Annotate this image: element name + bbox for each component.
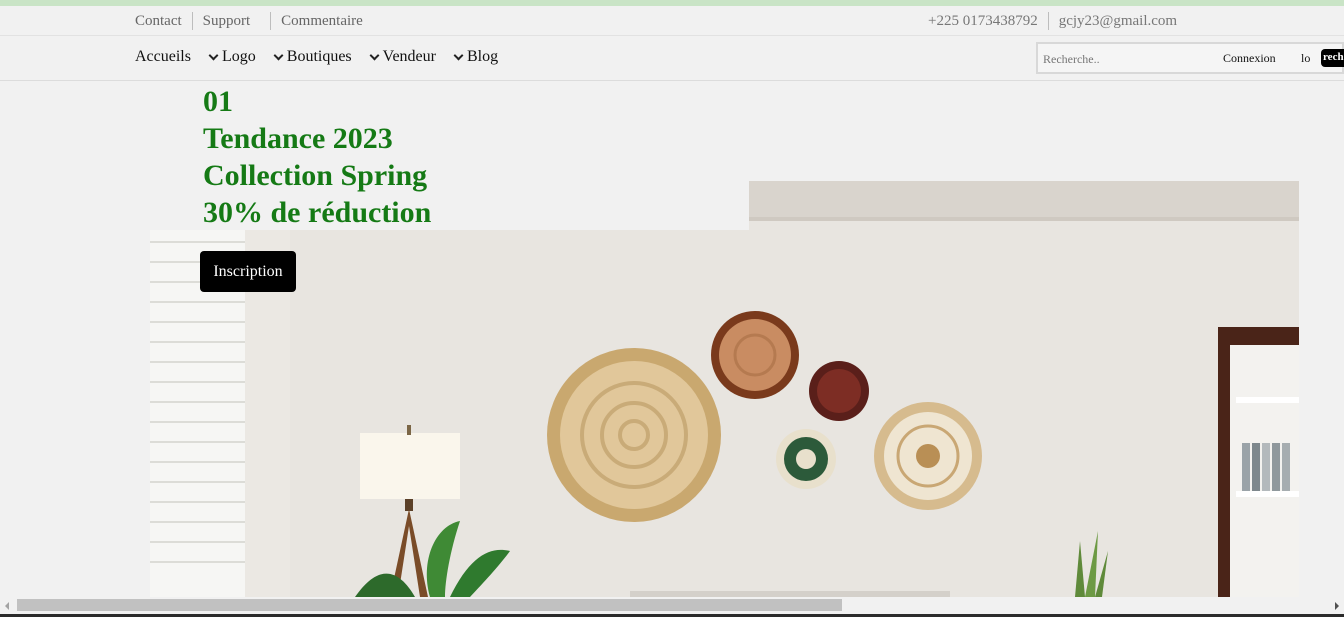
hero-illustration	[150, 181, 1299, 597]
search-input[interactable]	[1041, 48, 1211, 70]
hero-line-trend: Tendance 2023	[203, 122, 393, 155]
chevron-down-icon	[453, 50, 464, 60]
divider	[270, 12, 272, 30]
topbar-contact-info: +225 0173438792 gcjy23@gmail.com	[928, 12, 1177, 30]
support-link[interactable]: Support	[203, 13, 251, 30]
topbar: Contact Support Commentaire +225 0173438…	[0, 6, 1344, 36]
nav-item-label: Logo	[221, 48, 256, 65]
chevron-down-icon	[369, 50, 380, 60]
search-bar: Connexion lo recherche	[1036, 42, 1344, 74]
connexion-link[interactable]: Connexion	[1223, 51, 1276, 66]
nav-links: Accueils Logo Boutiques Vendeur Blog	[135, 48, 515, 66]
hero-line-collection: Collection Spring	[203, 159, 428, 192]
login-extra-link[interactable]: lo	[1301, 51, 1310, 66]
divider	[1047, 12, 1049, 30]
contact-link[interactable]: Contact	[135, 13, 182, 30]
wall-basket-maroon	[809, 361, 869, 421]
nav-item-label: Accueils	[135, 48, 191, 65]
inscription-button[interactable]: Inscription	[200, 251, 296, 292]
search-button[interactable]: recherche	[1321, 49, 1344, 67]
ceiling-trim	[749, 181, 1299, 219]
nav-item-logo[interactable]: Logo	[208, 48, 256, 66]
scroll-left-arrow-icon[interactable]	[5, 602, 9, 610]
horizontal-scrollbar[interactable]	[0, 597, 1344, 614]
hero-line-number: 01	[203, 85, 233, 118]
hero-headline: 01 Tendance 2023 Collection Spring 30% d…	[203, 83, 431, 231]
scrollbar-thumb[interactable]	[17, 599, 842, 611]
wall-basket-green	[776, 429, 836, 489]
nav-item-label: Vendeur	[382, 48, 436, 65]
hero-line-discount: 30% de réduction	[203, 196, 432, 229]
ceiling-line	[749, 217, 1299, 221]
wall	[150, 181, 1299, 597]
chevron-down-icon	[273, 50, 284, 60]
wall-basket-large	[547, 348, 721, 522]
commentaire-link[interactable]: Commentaire	[281, 13, 363, 30]
nav-item-vendeur[interactable]: Vendeur	[369, 48, 436, 66]
nav-item-label: Blog	[466, 48, 499, 65]
bookshelf	[1218, 327, 1299, 597]
nav-item-accueils[interactable]: Accueils	[135, 48, 191, 66]
wall-basket-brown	[711, 311, 799, 399]
nav-item-blog[interactable]: Blog	[453, 48, 498, 66]
hero-image	[150, 181, 1299, 597]
nav-item-label: Boutiques	[286, 48, 352, 65]
divider	[191, 12, 193, 30]
chevron-down-icon	[208, 50, 219, 60]
topbar-links: Contact Support Commentaire	[135, 12, 363, 30]
scroll-right-arrow-icon[interactable]	[1335, 602, 1339, 610]
phone-number: +225 0173438792	[928, 12, 1038, 29]
wall-basket-woven	[874, 402, 982, 510]
email-address[interactable]: gcjy23@gmail.com	[1059, 13, 1177, 30]
nav-item-boutiques[interactable]: Boutiques	[273, 48, 352, 66]
